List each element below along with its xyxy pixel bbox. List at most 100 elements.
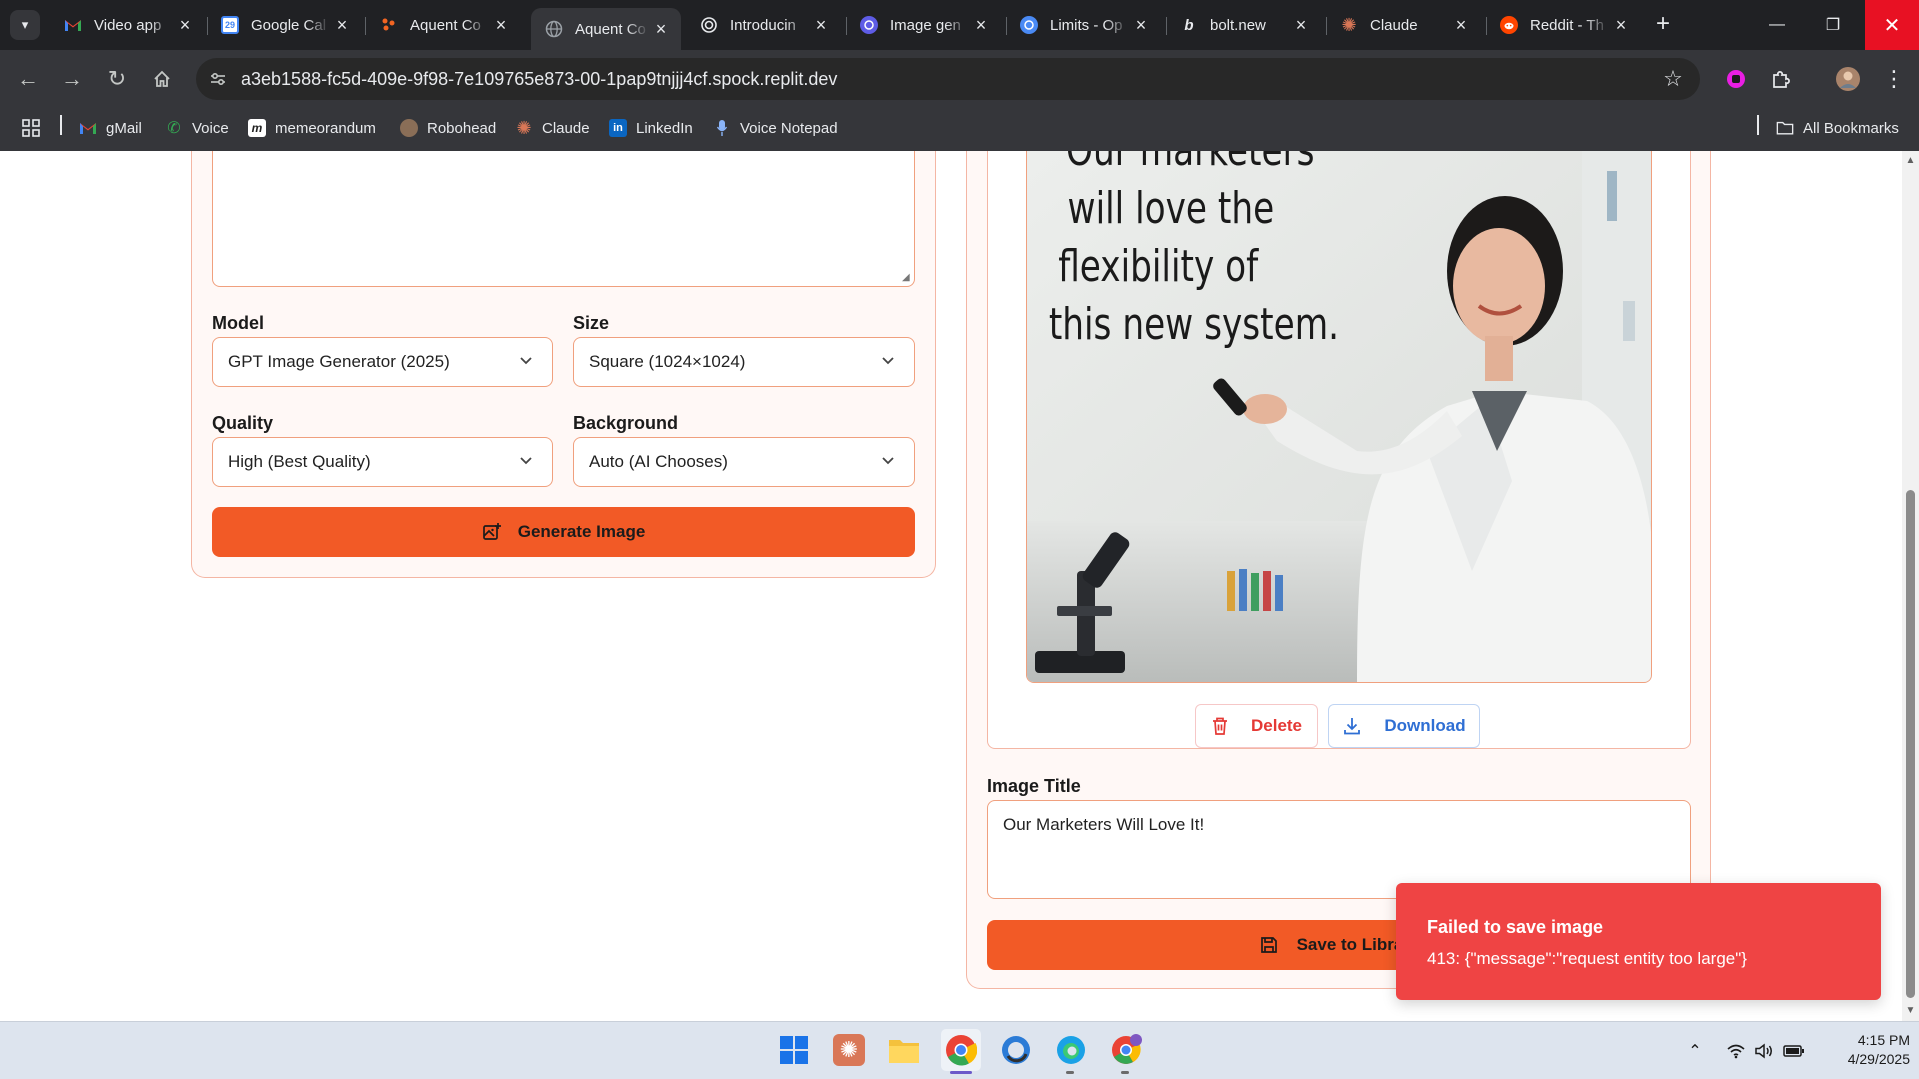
- error-toast[interactable]: Failed to save image 413: {"message":"re…: [1396, 883, 1881, 1000]
- all-bookmarks-button[interactable]: All Bookmarks: [1776, 113, 1899, 143]
- taskbar-edge-dev[interactable]: [996, 1029, 1036, 1071]
- url-text[interactable]: a3eb1588-fc5d-409e-9f98-7e109765e873-00-…: [241, 69, 837, 90]
- quality-select[interactable]: High (Best Quality): [212, 437, 553, 487]
- toast-title: Failed to save image: [1427, 917, 1604, 937]
- taskbar-chrome-profile[interactable]: [1106, 1029, 1146, 1071]
- globe-icon: [545, 20, 563, 38]
- tab-search-button[interactable]: ▾: [10, 10, 40, 40]
- aquent-icon: [380, 16, 398, 34]
- tab-1[interactable]: 29 Google Cal ×: [207, 8, 362, 42]
- tab-0[interactable]: Video app ×: [50, 8, 205, 42]
- robohead-icon: [400, 119, 418, 137]
- toast-message: 413: {"message":"request entity too larg…: [1427, 949, 1747, 968]
- close-icon[interactable]: ×: [1449, 15, 1473, 36]
- svg-text:will love the: will love the: [1068, 183, 1275, 234]
- bolt-icon: b: [1184, 16, 1194, 34]
- taskbar-claude[interactable]: ✺: [829, 1029, 869, 1071]
- close-icon[interactable]: ×: [1289, 15, 1313, 36]
- size-select[interactable]: Square (1024×1024): [573, 337, 915, 387]
- chevron-up-icon[interactable]: ⌃: [1684, 1040, 1706, 1062]
- model-select[interactable]: GPT Image Generator (2025): [212, 337, 553, 387]
- plus-icon: +: [1655, 10, 1670, 37]
- bookmark-voice-notepad[interactable]: Voice Notepad: [713, 113, 838, 143]
- claude-icon: ✺: [833, 1034, 865, 1066]
- tab-5[interactable]: Image gen ×: [846, 8, 1001, 42]
- delete-button[interactable]: Delete: [1195, 704, 1318, 748]
- apps-grid-button[interactable]: [21, 113, 41, 143]
- tab-4[interactable]: Introducin ×: [686, 8, 841, 42]
- bookmark-gmail[interactable]: gMail: [79, 113, 142, 143]
- quality-select-value: High (Best Quality): [228, 452, 371, 471]
- active-app-indicator: [950, 1071, 972, 1074]
- bookmark-linkedin[interactable]: in LinkedIn: [609, 113, 693, 143]
- profile-avatar[interactable]: [1833, 64, 1863, 94]
- apps-grid-icon: [22, 119, 40, 137]
- prompt-textarea[interactable]: [212, 151, 915, 287]
- tab-9[interactable]: Reddit - Th ×: [1486, 8, 1641, 42]
- forward-button[interactable]: →: [56, 63, 88, 95]
- scroll-down-icon[interactable]: ▼: [1904, 1005, 1917, 1017]
- bookmark-label: Voice: [192, 119, 229, 137]
- arrow-left-icon: ←: [17, 66, 39, 91]
- taskbar-chrome-active[interactable]: [941, 1029, 981, 1071]
- tab-title: Limits - Op: [1050, 16, 1123, 34]
- close-icon[interactable]: ×: [173, 15, 197, 36]
- minimize-button[interactable]: —: [1750, 0, 1804, 50]
- volume-icon[interactable]: [1753, 1040, 1775, 1062]
- restore-button[interactable]: ❐: [1806, 0, 1860, 50]
- resize-handle-icon[interactable]: ◢: [902, 273, 912, 283]
- reload-button[interactable]: ↻: [101, 63, 133, 95]
- generate-image-button[interactable]: Generate Image: [212, 507, 915, 557]
- background-select[interactable]: Auto (AI Chooses): [573, 437, 915, 487]
- wifi-icon[interactable]: [1725, 1040, 1747, 1062]
- close-icon[interactable]: ×: [489, 15, 513, 36]
- close-icon[interactable]: ×: [649, 19, 673, 40]
- google-calendar-icon: 29: [221, 16, 239, 34]
- minimize-icon: —: [1769, 16, 1785, 33]
- tab-2[interactable]: Aquent Co ×: [366, 8, 521, 42]
- taskbar-file-explorer[interactable]: [884, 1029, 924, 1071]
- bookmark-claude[interactable]: ✺ Claude: [515, 113, 589, 143]
- system-clock[interactable]: 4:15 PM 4/29/2025: [1820, 1031, 1910, 1069]
- close-icon[interactable]: ×: [1129, 15, 1153, 36]
- bookmark-voice[interactable]: ✆ Voice: [165, 113, 229, 143]
- bookmark-label: memeorandum: [275, 119, 376, 137]
- home-button[interactable]: [146, 63, 178, 95]
- scrollbar-thumb[interactable]: [1906, 490, 1915, 998]
- close-icon[interactable]: ×: [809, 15, 833, 36]
- openai-platform-icon: [1020, 16, 1038, 34]
- close-window-button[interactable]: ✕: [1865, 0, 1919, 50]
- clock-time: 4:15 PM: [1857, 1032, 1910, 1048]
- background-select-value: Auto (AI Chooses): [589, 452, 728, 471]
- download-button[interactable]: Download: [1328, 704, 1480, 748]
- site-info-icon[interactable]: [206, 67, 230, 91]
- tab-7[interactable]: b bolt.new ×: [1166, 8, 1321, 42]
- back-button[interactable]: ←: [12, 63, 44, 95]
- bookmark-star-icon[interactable]: ☆: [1658, 64, 1688, 94]
- microphone-icon: [713, 119, 731, 137]
- tab-3-active[interactable]: Aquent Co ×: [531, 8, 681, 50]
- claude-icon: ✺: [516, 117, 532, 138]
- start-button[interactable]: [774, 1029, 814, 1071]
- close-icon[interactable]: ×: [330, 15, 354, 36]
- tab-6[interactable]: Limits - Op ×: [1006, 8, 1161, 42]
- bookmark-divider: [1757, 115, 1759, 135]
- taskbar-edge[interactable]: [1051, 1029, 1091, 1071]
- more-menu-icon[interactable]: ⋮: [1879, 64, 1909, 94]
- chevron-down-icon: [520, 357, 532, 365]
- home-icon: [154, 70, 170, 87]
- tab-8[interactable]: ✺ Claude ×: [1326, 8, 1481, 42]
- claude-icon: ✺: [1341, 14, 1357, 35]
- background-label: Background: [573, 413, 679, 433]
- battery-icon[interactable]: [1783, 1040, 1805, 1062]
- new-tab-button[interactable]: +: [1650, 12, 1676, 38]
- puzzle-icon[interactable]: [1766, 64, 1796, 94]
- image-title-label: Image Title: [987, 776, 1081, 796]
- bookmark-robohead[interactable]: Robohead: [400, 113, 496, 143]
- bookmark-memeorandum[interactable]: m memeorandum: [248, 113, 376, 143]
- close-icon[interactable]: ×: [969, 15, 993, 36]
- tab-title: Aquent Co: [575, 20, 646, 38]
- scroll-up-icon[interactable]: ▲: [1904, 155, 1917, 167]
- close-icon[interactable]: ×: [1609, 15, 1633, 36]
- extension-icon[interactable]: [1721, 64, 1751, 94]
